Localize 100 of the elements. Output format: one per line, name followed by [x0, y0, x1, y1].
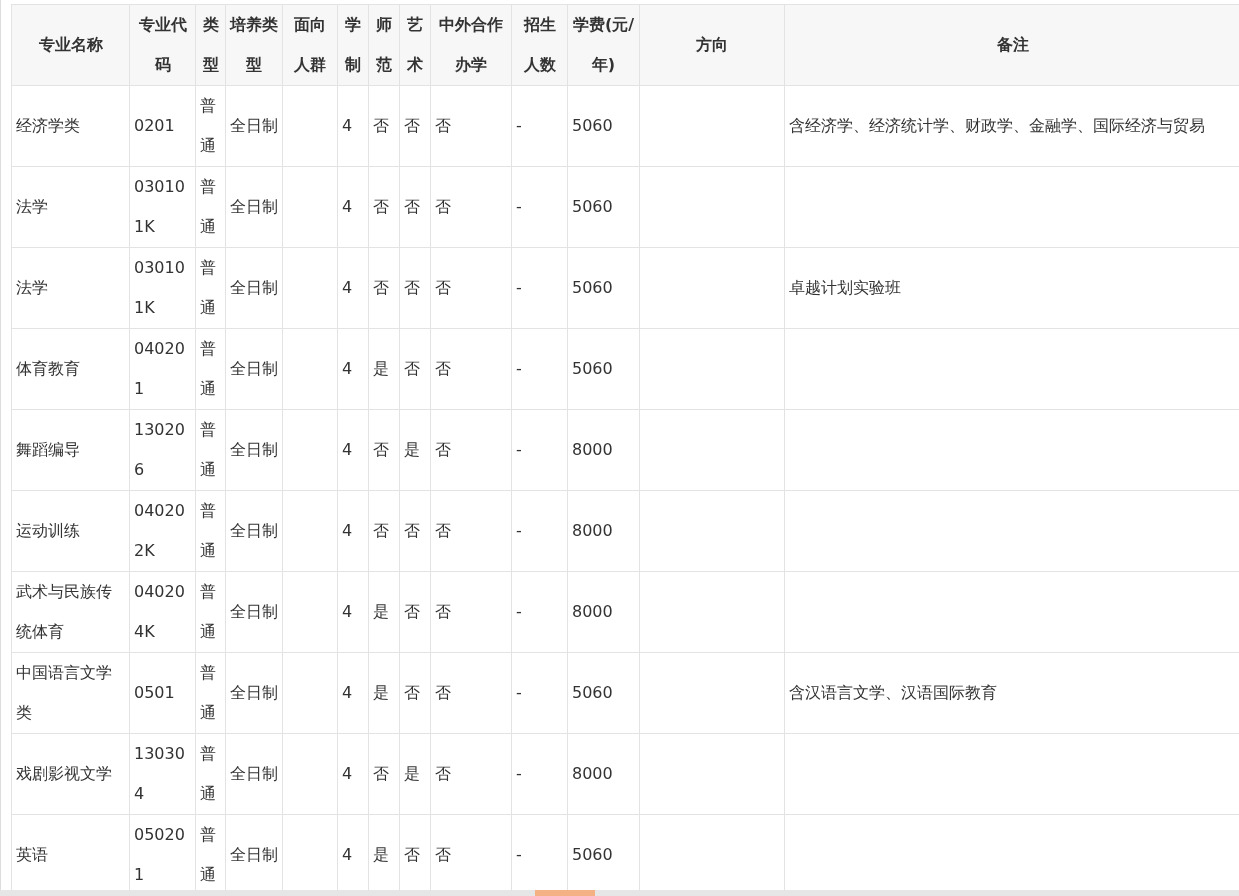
table-cell: 否 — [399, 571, 431, 653]
table-cell: 8000 — [567, 409, 640, 491]
table-cell: 否 — [430, 328, 512, 410]
table-cell: 否 — [399, 166, 431, 248]
table-cell: 普通 — [195, 166, 226, 248]
table-cell: 普通 — [195, 733, 226, 815]
table-cell: 全日制 — [225, 247, 283, 329]
table-cell: 全日制 — [225, 571, 283, 653]
column-header: 方向 — [639, 4, 785, 86]
table-cell: 否 — [430, 247, 512, 329]
table-cell: 是 — [368, 571, 400, 653]
table-cell: - — [511, 85, 568, 167]
table-cell: 法学 — [11, 247, 130, 329]
table-cell: 全日制 — [225, 490, 283, 572]
table-cell: 4 — [337, 733, 369, 815]
table-cell: 舞蹈编导 — [11, 409, 130, 491]
table-cell: 否 — [368, 166, 400, 248]
column-header: 中外合作办学 — [430, 4, 512, 86]
table-cell: 否 — [430, 85, 512, 167]
table-cell: 040204K — [129, 571, 196, 653]
table-cell: 否 — [430, 652, 512, 734]
table-cell: 4 — [337, 571, 369, 653]
table-cell: 普通 — [195, 490, 226, 572]
table-cell: 否 — [368, 85, 400, 167]
table-cell: 经济学类 — [11, 85, 130, 167]
column-header: 面向人群 — [282, 4, 338, 86]
table-cell: 武术与民族传统体育 — [11, 571, 130, 653]
table-cell: 130304 — [129, 733, 196, 815]
table-cell: 030101K — [129, 247, 196, 329]
table-cell: 是 — [368, 328, 400, 410]
column-header: 备注 — [784, 4, 1239, 86]
table-cell: 普通 — [195, 85, 226, 167]
table-cell: 否 — [368, 490, 400, 572]
horizontal-scrollbar[interactable] — [0, 890, 1239, 896]
table-cell: 普通 — [195, 247, 226, 329]
table-cell: 中国语言文学类 — [11, 652, 130, 734]
table-cell: 否 — [430, 166, 512, 248]
column-header: 培养类型 — [225, 4, 283, 86]
table-cell: 全日制 — [225, 652, 283, 734]
table-cell: 否 — [368, 733, 400, 815]
table-cell: 是 — [399, 733, 431, 815]
table-cell: 戏剧影视文学 — [11, 733, 130, 815]
table-cell: 普通 — [195, 571, 226, 653]
table-cell: 全日制 — [225, 85, 283, 167]
table-cell: 否 — [399, 652, 431, 734]
table-cell: - — [511, 247, 568, 329]
table-cell: 全日制 — [225, 733, 283, 815]
table-cell: 法学 — [11, 166, 130, 248]
table-cell: 4 — [337, 247, 369, 329]
table-cell: 运动训练 — [11, 490, 130, 572]
table-cell: 否 — [430, 409, 512, 491]
table-cell: 5060 — [567, 652, 640, 734]
column-header: 招生人数 — [511, 4, 568, 86]
table-cell: 是 — [368, 652, 400, 734]
table-cell: 普通 — [195, 328, 226, 410]
table-cell: 8000 — [567, 571, 640, 653]
table-cell: 普通 — [195, 652, 226, 734]
table-cell: 5060 — [567, 328, 640, 410]
table-cell: 040201 — [129, 328, 196, 410]
table-cell: 5060 — [567, 85, 640, 167]
column-header: 专业名称 — [11, 4, 130, 86]
table-cell: 4 — [337, 85, 369, 167]
table-cell: 030101K — [129, 166, 196, 248]
table-cell: 5060 — [567, 247, 640, 329]
table-cell: 全日制 — [225, 166, 283, 248]
table-cell: 否 — [399, 328, 431, 410]
table-cell: 130206 — [129, 409, 196, 491]
table-cell: 否 — [399, 85, 431, 167]
table-cell: 是 — [399, 409, 431, 491]
table-cell: - — [511, 409, 568, 491]
table-cell: - — [511, 166, 568, 248]
table-cell: 0201 — [129, 85, 196, 167]
table-cell: 8000 — [567, 490, 640, 572]
table-cell: 4 — [337, 652, 369, 734]
table-cell: 0501 — [129, 652, 196, 734]
table-cell: 4 — [337, 328, 369, 410]
table-cell: - — [511, 733, 568, 815]
column-header: 艺术 — [399, 4, 431, 86]
table-cell: 否 — [430, 733, 512, 815]
table-cell: - — [511, 571, 568, 653]
column-header: 专业代码 — [129, 4, 196, 86]
table-cell: 全日制 — [225, 328, 283, 410]
table-cell: 否 — [399, 247, 431, 329]
table-cell: 4 — [337, 166, 369, 248]
column-header: 学费(元/年) — [567, 4, 640, 86]
table-cell: 普通 — [195, 409, 226, 491]
table-cell: 否 — [430, 490, 512, 572]
table-cell: 040202K — [129, 490, 196, 572]
table-cell: 8000 — [567, 733, 640, 815]
table-cell: 5060 — [567, 166, 640, 248]
column-header: 师范 — [368, 4, 400, 86]
table-cell: 体育教育 — [11, 328, 130, 410]
table-cell: 4 — [337, 490, 369, 572]
table-cell: 否 — [368, 409, 400, 491]
table-cell: 否 — [430, 571, 512, 653]
column-header: 类型 — [195, 4, 226, 86]
scrollbar-thumb[interactable] — [535, 890, 595, 896]
table-cell: - — [511, 328, 568, 410]
table-cell: 否 — [399, 490, 431, 572]
column-header: 学制 — [337, 4, 369, 86]
